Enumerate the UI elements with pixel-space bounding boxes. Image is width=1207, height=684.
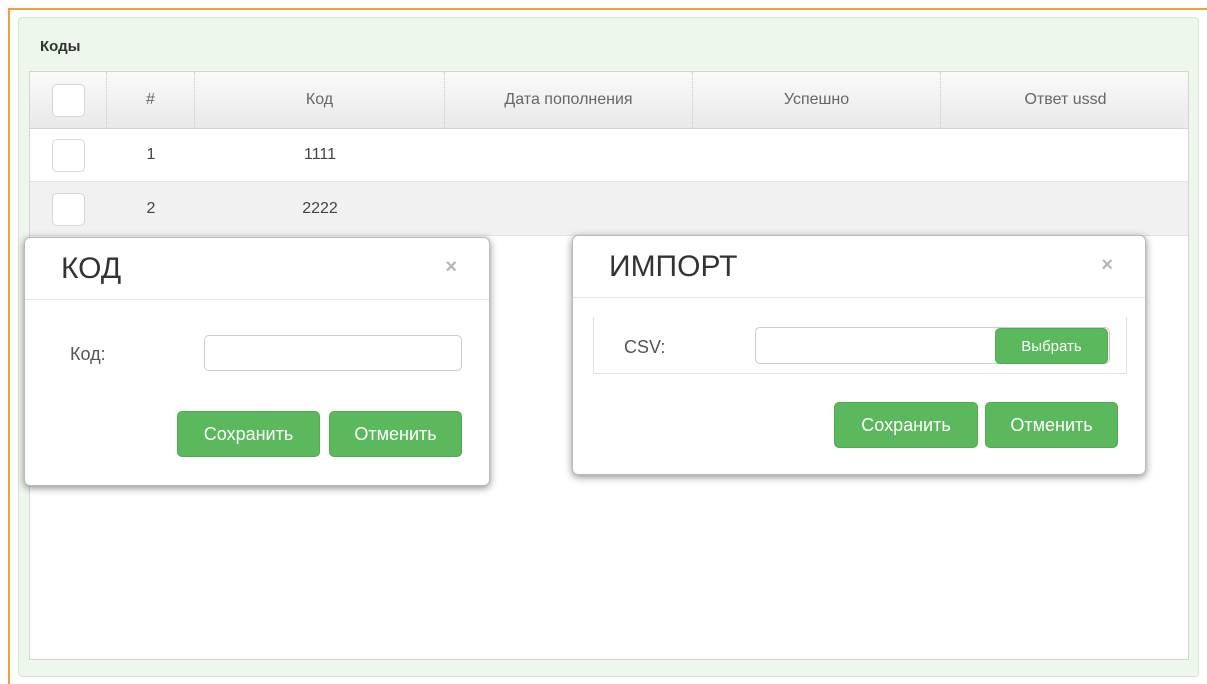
row-code: 2222	[302, 200, 338, 217]
close-icon[interactable]: ×	[445, 256, 457, 279]
row-number: 2	[146, 200, 156, 217]
table-header: # Код Дата пополнения Успешно Ответ ussd	[30, 72, 1188, 129]
row-checkbox[interactable]	[52, 138, 85, 172]
import-dialog: ИМПОРТ × CSV: Выбрать Сохранить Отменить	[572, 235, 1146, 475]
cancel-button[interactable]: Отменить	[985, 402, 1118, 448]
row-code: 1111	[303, 146, 337, 163]
cancel-button[interactable]: Отменить	[329, 411, 462, 457]
row-ussd	[941, 128, 1190, 182]
code-input[interactable]	[204, 335, 462, 371]
row-ussd	[941, 182, 1190, 236]
row-date	[445, 182, 693, 236]
column-header-success[interactable]: Успешно	[693, 72, 941, 128]
row-date	[445, 128, 693, 182]
header-select-all	[30, 72, 107, 128]
select-all-checkbox[interactable]	[51, 83, 85, 117]
column-header-code[interactable]: Код	[195, 72, 445, 128]
column-header-date[interactable]: Дата пополнения	[445, 72, 693, 128]
code-dialog-header: КОД ×	[25, 238, 489, 300]
browse-button[interactable]: Выбрать	[995, 328, 1108, 364]
save-button[interactable]: Сохранить	[834, 402, 978, 448]
code-field-label: Код:	[70, 344, 106, 364]
column-header-ussd[interactable]: Ответ ussd	[941, 72, 1190, 128]
row-success	[693, 182, 941, 236]
code-dialog: КОД × Код: Сохранить Отменить	[24, 237, 490, 486]
row-checkbox[interactable]	[52, 192, 85, 226]
table-row[interactable]: 1 1111	[30, 128, 1188, 182]
save-button[interactable]: Сохранить	[177, 411, 320, 457]
close-icon[interactable]: ×	[1101, 254, 1113, 277]
row-number: 1	[146, 146, 156, 163]
row-success	[693, 128, 941, 182]
code-dialog-title: КОД	[61, 252, 122, 285]
import-dialog-title: ИМПОРТ	[609, 250, 738, 283]
panel-title: Коды	[40, 38, 81, 55]
csv-field-label: CSV:	[624, 337, 666, 357]
import-dialog-header: ИМПОРТ ×	[573, 236, 1145, 298]
column-header-number[interactable]: #	[107, 72, 195, 128]
row-select-cell	[30, 182, 107, 236]
table-row[interactable]: 2 2222	[30, 182, 1188, 236]
row-select-cell	[30, 128, 107, 182]
